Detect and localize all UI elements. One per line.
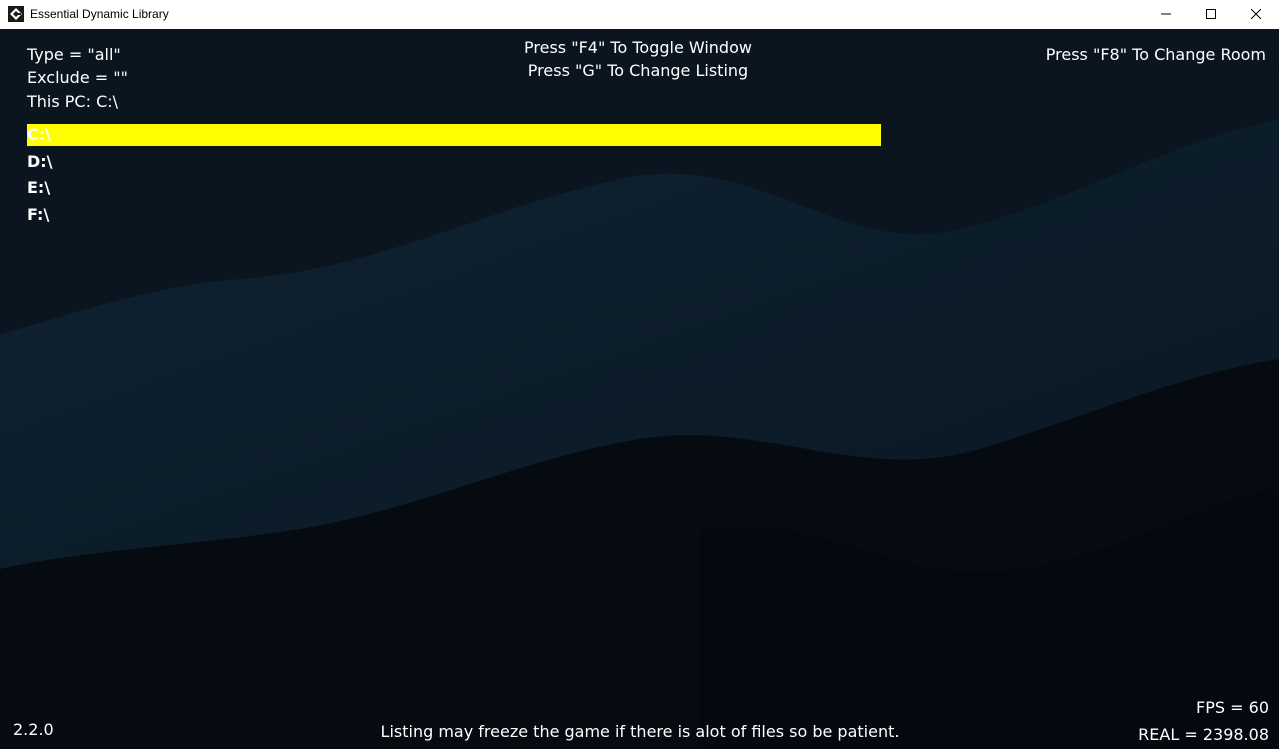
drive-item-f[interactable]: F:\ (27, 204, 881, 226)
title-bar[interactable]: Essential Dynamic Library (0, 0, 1279, 29)
exclude-filter-label: Exclude = "" (27, 68, 128, 87)
type-filter-label: Type = "all" (27, 45, 121, 64)
fps-counter: FPS = 60 (1196, 698, 1269, 717)
game-canvas[interactable]: Type = "all" Exclude = "" This PC: C:\ P… (0, 29, 1279, 749)
change-room-hint: Press "F8" To Change Room (1045, 45, 1266, 64)
close-button[interactable] (1233, 0, 1279, 29)
drive-list: C:\ D:\ E:\ F:\ (27, 124, 881, 230)
maximize-icon (1206, 9, 1216, 19)
freeze-notice: Listing may freeze the game if there is … (380, 722, 900, 741)
window-title: Essential Dynamic Library (30, 7, 169, 21)
app-window: Essential Dynamic Library Type = "all" E… (0, 0, 1279, 749)
drive-item-c[interactable]: C:\ (27, 124, 881, 146)
toggle-window-hint: Press "F4" To Toggle Window (524, 38, 752, 57)
gamemaker-icon (8, 6, 24, 22)
minimize-icon (1161, 13, 1171, 15)
maximize-button[interactable] (1188, 0, 1234, 29)
drive-label: D:\ (27, 151, 53, 171)
version-label: 2.2.0 (13, 720, 54, 739)
drive-item-e[interactable]: E:\ (27, 177, 881, 199)
change-listing-hint: Press "G" To Change Listing (527, 61, 749, 80)
minimize-button[interactable] (1143, 0, 1189, 29)
drive-item-d[interactable]: D:\ (27, 151, 881, 173)
drive-label: C:\ (27, 125, 51, 144)
drive-label: F:\ (27, 204, 50, 224)
real-fps-counter: REAL = 2398.08 (1138, 725, 1269, 744)
close-icon (1251, 9, 1261, 19)
drive-label: E:\ (27, 178, 51, 198)
current-path-label: This PC: C:\ (27, 92, 119, 111)
